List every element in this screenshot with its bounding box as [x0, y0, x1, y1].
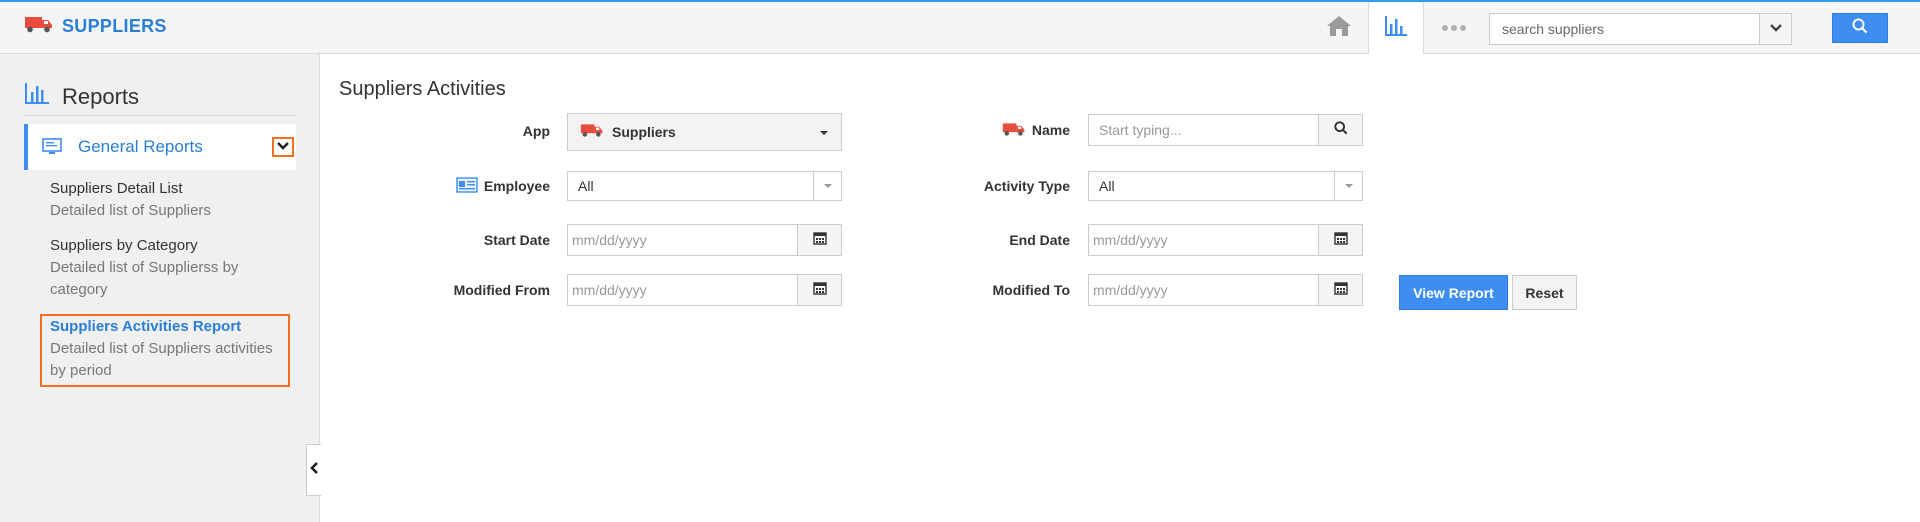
- end-date-field: [1088, 224, 1363, 256]
- modified-to-field: [1088, 274, 1363, 306]
- app-select-value: Suppliers: [612, 124, 676, 140]
- modified-from-label: Modified From: [453, 282, 550, 298]
- id-card-icon: [456, 176, 478, 196]
- calendar-icon: [812, 281, 827, 300]
- reset-button[interactable]: Reset: [1512, 275, 1577, 310]
- employee-select[interactable]: All: [567, 171, 842, 201]
- sidebar-collapse-button[interactable]: [306, 444, 321, 496]
- sidebar-title: Reports: [62, 83, 140, 109]
- employee-select-value: All: [578, 178, 594, 194]
- caret-down-icon: [819, 123, 829, 141]
- start-date-calendar-button[interactable]: [797, 225, 841, 255]
- bar-chart-icon: [24, 82, 50, 111]
- name-field: [1088, 114, 1363, 146]
- modified-to-input[interactable]: [1089, 275, 1318, 305]
- activity-type-select[interactable]: All: [1088, 171, 1363, 201]
- search-input[interactable]: [1490, 14, 1759, 44]
- modified-from-field: [567, 274, 842, 306]
- chevron-left-icon: [309, 461, 319, 480]
- sidebar-item-suppliers-activities-report[interactable]: Suppliers Activities Report Detailed lis…: [50, 316, 290, 382]
- sidebar-item-title: Suppliers Detail List: [50, 180, 183, 197]
- sidebar-item-desc: Detailed list of Supplierss by category: [50, 259, 239, 298]
- sidebar-item-suppliers-detail-list[interactable]: Suppliers Detail List Detailed list of S…: [50, 178, 290, 222]
- truck-icon: [1002, 121, 1026, 140]
- name-input[interactable]: [1089, 115, 1318, 145]
- name-label: Name: [960, 115, 1070, 145]
- modified-from-calendar-button[interactable]: [797, 275, 841, 305]
- page-title: Suppliers Activities: [339, 78, 506, 100]
- chevron-down-icon: [276, 138, 290, 156]
- sidebar-item-desc: Detailed list of Suppliers activities by…: [50, 340, 273, 379]
- reports-nav-button[interactable]: [1368, 2, 1424, 54]
- sidebar-header: Reports: [24, 78, 296, 116]
- end-date-label: End Date: [1009, 232, 1070, 248]
- search-scope-dropdown[interactable]: [1759, 14, 1791, 44]
- end-date-calendar-button[interactable]: [1318, 225, 1362, 255]
- app-select[interactable]: Suppliers: [567, 113, 842, 151]
- start-date-label: Start Date: [483, 232, 550, 248]
- sidebar-item-desc: Detailed list of Suppliers: [50, 202, 211, 219]
- sidebar-item-suppliers-by-category[interactable]: Suppliers by Category Detailed list of S…: [50, 235, 290, 301]
- home-icon: [1326, 14, 1352, 43]
- sidebar-item-title: Suppliers by Category: [50, 237, 198, 254]
- more-icon: [1442, 25, 1448, 31]
- more-button[interactable]: [1436, 16, 1472, 40]
- calendar-icon: [1333, 231, 1348, 250]
- sidebar-item-title: Suppliers Activities Report: [50, 318, 242, 335]
- search-icon: [1333, 120, 1348, 140]
- activity-type-select-value: All: [1099, 178, 1115, 194]
- app-label: App: [522, 123, 550, 139]
- group-toggle-button[interactable]: [272, 137, 294, 157]
- calendar-icon: [1333, 281, 1348, 300]
- search-icon: [1852, 18, 1868, 39]
- calendar-icon: [812, 231, 827, 250]
- monitor-icon: [42, 138, 64, 156]
- search-box: [1489, 13, 1792, 45]
- modified-from-input[interactable]: [568, 275, 797, 305]
- activity-type-label: Activity Type: [983, 178, 1070, 194]
- app-brand[interactable]: SUPPLIERS: [24, 14, 167, 39]
- modified-to-calendar-button[interactable]: [1318, 275, 1362, 305]
- top-bar: SUPPLIERS: [0, 0, 1920, 54]
- end-date-input[interactable]: [1089, 225, 1318, 255]
- truck-icon: [580, 122, 604, 143]
- view-report-button[interactable]: View Report: [1399, 275, 1508, 310]
- caret-down-icon: [1334, 172, 1362, 200]
- sidebar: Reports General Reports Suppliers Detail…: [0, 54, 321, 522]
- start-date-field: [567, 224, 842, 256]
- search-button[interactable]: [1832, 13, 1888, 43]
- sidebar-group-label: General Reports: [78, 137, 203, 156]
- sidebar-group-general-reports[interactable]: General Reports: [24, 124, 296, 170]
- app-title: SUPPLIERS: [62, 16, 167, 36]
- modified-to-label: Modified To: [992, 282, 1071, 298]
- name-search-button[interactable]: [1318, 115, 1362, 145]
- bar-chart-icon: [1384, 14, 1408, 43]
- truck-icon: [24, 14, 54, 39]
- home-button[interactable]: [1322, 12, 1356, 44]
- caret-down-icon: [813, 172, 841, 200]
- start-date-input[interactable]: [568, 225, 797, 255]
- employee-label: Employee: [430, 171, 550, 201]
- chevron-down-icon: [1769, 20, 1783, 38]
